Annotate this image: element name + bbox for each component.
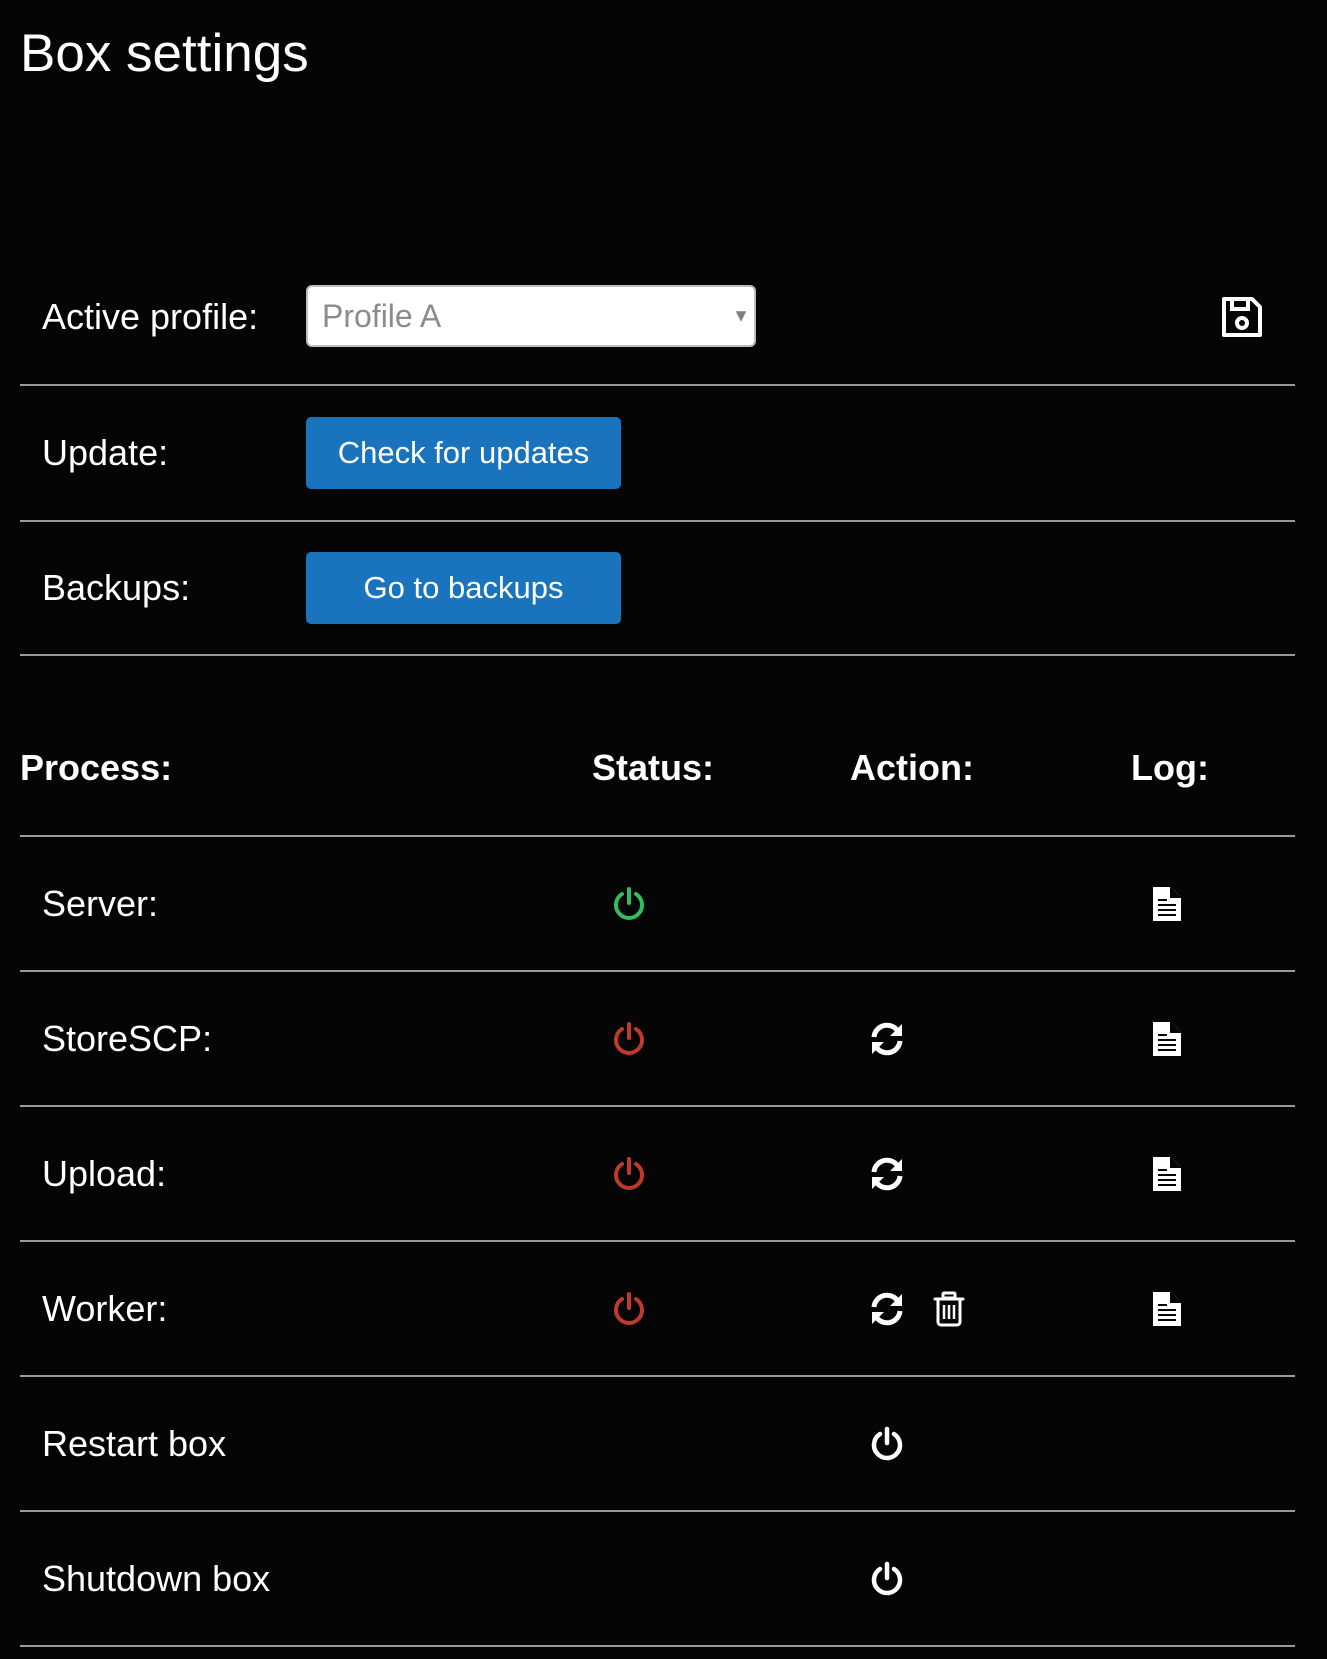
profile-row: Active profile: Profile A ▼ [20,250,1295,386]
document-icon[interactable] [1149,1021,1185,1057]
profile-select[interactable]: Profile A ▼ [306,285,756,347]
refresh-icon[interactable] [869,1021,905,1057]
floppy-disk-icon[interactable] [1220,295,1264,339]
process-row-upload: Upload: [20,1107,1295,1242]
update-row: Update: Check for updates [20,386,1295,522]
power-status-stopped-icon [614,1156,644,1190]
chevron-down-icon: ▼ [732,305,750,326]
power-status-stopped-icon [614,1291,644,1325]
header-action: Action: [850,746,974,788]
process-row-server: Server: [20,837,1295,972]
process-row-worker: Worker: [20,1242,1295,1377]
restart-box-row: Restart box [20,1377,1295,1512]
process-name: Worker: [42,1287,168,1329]
backups-label: Backups: [42,567,191,608]
process-name: StoreSCP: [42,1017,213,1059]
shutdown-box-row: Shutdown box [20,1512,1295,1647]
trash-icon[interactable] [931,1291,967,1327]
refresh-icon[interactable] [869,1291,905,1327]
document-icon[interactable] [1149,886,1185,922]
power-icon[interactable] [869,1561,905,1597]
document-icon[interactable] [1149,1291,1185,1327]
header-status: Status: [592,746,715,788]
process-name: Upload: [42,1152,167,1194]
process-row-storescp: StoreSCP: [20,972,1295,1107]
profile-select-value: Profile A [322,297,442,334]
backups-row: Backups: Go to backups [20,522,1295,656]
check-updates-button[interactable]: Check for updates [306,417,621,489]
restart-box-label: Restart box [42,1422,227,1464]
header-process: Process: [20,746,173,788]
refresh-icon[interactable] [869,1156,905,1192]
shutdown-box-label: Shutdown box [42,1557,271,1599]
go-to-backups-button[interactable]: Go to backups [306,552,621,624]
process-table-header: Process: Status: Action: Log: [20,700,1295,837]
process-name: Server: [42,882,159,924]
power-icon[interactable] [869,1426,905,1462]
update-label: Update: [42,432,169,473]
power-status-running-icon [614,886,644,920]
header-log: Log: [1131,746,1209,788]
power-status-stopped-icon [614,1021,644,1055]
document-icon[interactable] [1149,1156,1185,1192]
page-title: Box settings [20,24,309,83]
